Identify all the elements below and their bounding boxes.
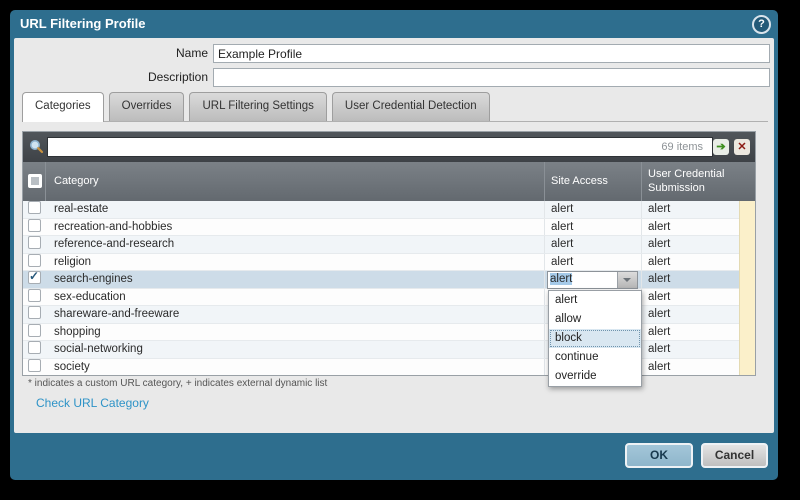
name-label: Name — [175, 46, 208, 60]
tab-label: URL Filtering Settings — [202, 100, 314, 112]
cancel-button[interactable]: Cancel — [701, 443, 768, 468]
category-cell: real-estate — [46, 201, 545, 218]
footnote: * indicates a custom URL category, + ind… — [28, 378, 328, 389]
column-header-user-credential[interactable]: User Credential Submission — [642, 162, 755, 201]
row-checkbox[interactable]: ✓ — [28, 306, 41, 319]
name-input[interactable] — [213, 44, 770, 63]
table-row[interactable]: ✓ social-networking alert alert alert — [23, 341, 755, 359]
category-cell: religion — [46, 253, 545, 270]
row-checkbox[interactable]: ✓ — [28, 358, 41, 372]
site-access-value: alert — [551, 203, 574, 215]
site-access-dropdown: alert allow block continue override — [548, 290, 642, 387]
site-access-value: alert — [551, 220, 574, 233]
column-header-site-access[interactable]: Site Access — [545, 162, 642, 201]
column-header-category[interactable]: Category — [46, 162, 545, 201]
dialog-content: Name Description Categories Overrides UR… — [14, 38, 774, 433]
select-all-cell — [23, 162, 46, 201]
combobox-value[interactable]: alert — [548, 272, 617, 288]
table-row[interactable]: ✓ shareware-and-freeware alert alert ale… — [23, 306, 755, 324]
table-row[interactable]: ✓ recreation-and-hobbies alert alert ale… — [23, 218, 755, 236]
row-checkbox[interactable]: ✓ — [28, 236, 41, 249]
tab-bar: Categories Overrides URL Filtering Setti… — [22, 92, 768, 122]
checkbox-cell: ✓ — [23, 236, 46, 253]
category-cell: society — [46, 358, 545, 375]
checkbox-cell: ✓ — [23, 288, 46, 306]
items-count: 69 items — [661, 141, 703, 153]
table-row[interactable]: ✓ real-estate alert alert alert — [23, 201, 755, 219]
table-row[interactable]: ✓ religion alert alert alert — [23, 253, 755, 271]
site-access-value: alert — [551, 255, 574, 268]
url-filtering-profile-dialog: URL Filtering Profile ? Name Description… — [10, 10, 778, 480]
help-icon[interactable]: ? — [752, 15, 771, 34]
check-url-category-link[interactable]: Check URL Category — [36, 396, 149, 410]
row-checkbox[interactable]: ✓ — [28, 288, 41, 302]
clear-filter-icon[interactable]: ✕ — [734, 139, 750, 155]
site-access-cell[interactable]: alert alert — [545, 253, 642, 270]
table-row[interactable]: ✓ search-engines alert alert alert — [23, 269, 755, 289]
dialog-title: URL Filtering Profile — [20, 16, 146, 31]
select-all-checkbox[interactable] — [28, 174, 42, 188]
site-access-combobox[interactable]: alert — [547, 271, 638, 289]
tab-label: Overrides — [121, 100, 172, 112]
checkbox-cell: ✓ — [23, 306, 46, 323]
site-access-value: alert — [551, 238, 574, 250]
row-checkbox[interactable]: ✓ — [28, 218, 41, 232]
row-checkbox[interactable]: ✓ — [28, 253, 41, 267]
checkbox-cell: ✓ — [23, 269, 46, 288]
row-checkbox[interactable]: ✓ — [28, 323, 41, 337]
tab-user-credential-detection[interactable]: User Credential Detection — [331, 92, 490, 121]
table-row[interactable]: ✓ reference-and-research alert alert ale… — [23, 236, 755, 254]
row-checkbox[interactable]: ✓ — [28, 201, 41, 214]
search-toolbar: 69 items ➔ ✕ — [23, 132, 755, 162]
checkmark-icon: ✓ — [29, 269, 40, 283]
dropdown-option[interactable]: block — [549, 329, 641, 348]
table-header: Category Site Access User Credential Sub… — [23, 162, 755, 201]
checkbox-cell: ✓ — [23, 201, 46, 218]
tab-label: Categories — [35, 100, 91, 112]
row-checkbox[interactable]: ✓ — [28, 269, 41, 284]
category-cell: shopping — [46, 323, 545, 340]
search-input[interactable] — [47, 137, 713, 157]
description-label: Description — [147, 70, 208, 84]
tab-url-filtering-settings[interactable]: URL Filtering Settings — [189, 92, 327, 121]
dropdown-option[interactable]: alert — [549, 291, 641, 310]
ok-button[interactable]: OK — [625, 443, 693, 468]
apply-filter-icon[interactable]: ➔ — [713, 139, 729, 155]
category-cell: recreation-and-hobbies — [46, 218, 545, 235]
category-cell: sex-education — [46, 288, 545, 305]
tab-categories[interactable]: Categories — [22, 92, 104, 122]
site-access-cell[interactable]: alert alert — [545, 218, 642, 235]
description-input[interactable] — [213, 68, 770, 87]
tab-label: User Credential Detection — [344, 100, 477, 112]
title-bar: URL Filtering Profile ? — [10, 10, 778, 38]
checkbox-cell: ✓ — [23, 358, 46, 376]
categories-table-panel: 69 items ➔ ✕ Category Site Access User C… — [22, 131, 756, 376]
category-cell: social-networking — [46, 341, 545, 358]
checkbox-cell: ✓ — [23, 323, 46, 341]
site-access-cell[interactable]: alert alert — [545, 271, 642, 289]
site-access-cell[interactable]: alert alert — [545, 201, 642, 218]
scrollbar-track[interactable] — [739, 201, 755, 375]
table-row[interactable]: ✓ sex-education alert alert alert — [23, 288, 755, 306]
category-cell: shareware-and-freeware — [46, 306, 545, 323]
table-body: ✓ real-estate alert alert alert ✓ recrea… — [23, 201, 755, 375]
checkbox-cell: ✓ — [23, 218, 46, 236]
table-row[interactable]: ✓ society alert alert alert — [23, 358, 755, 376]
site-access-cell[interactable]: alert alert — [545, 236, 642, 253]
table-row[interactable]: ✓ shopping alert alert alert — [23, 323, 755, 341]
dropdown-option[interactable]: override — [549, 367, 641, 386]
chevron-down-icon[interactable] — [617, 272, 637, 288]
row-checkbox[interactable]: ✓ — [28, 341, 41, 354]
dropdown-option[interactable]: continue — [549, 348, 641, 367]
category-cell: search-engines — [46, 271, 545, 288]
category-cell: reference-and-research — [46, 236, 545, 253]
dropdown-option[interactable]: allow — [549, 310, 641, 329]
checkbox-cell: ✓ — [23, 341, 46, 358]
search-icon — [30, 140, 44, 154]
tab-overrides[interactable]: Overrides — [108, 92, 185, 121]
